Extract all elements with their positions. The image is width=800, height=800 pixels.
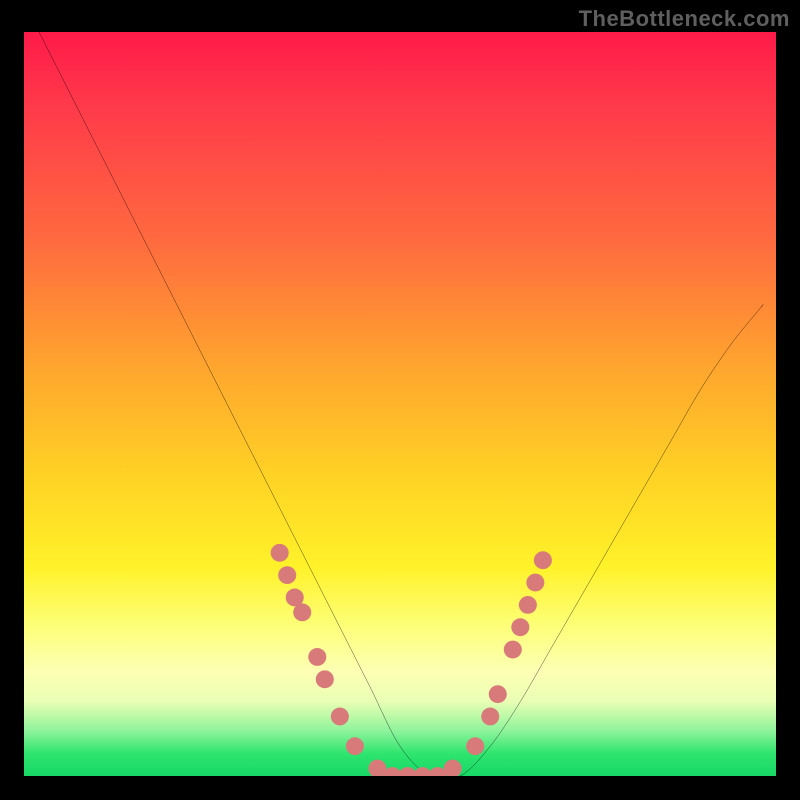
data-point bbox=[368, 760, 386, 776]
data-point bbox=[519, 596, 537, 614]
plot-area bbox=[24, 32, 776, 776]
data-point bbox=[293, 603, 311, 621]
chart-container: TheBottleneck.com bbox=[0, 0, 800, 800]
data-point bbox=[511, 618, 529, 636]
data-point bbox=[278, 566, 296, 584]
data-point bbox=[481, 708, 499, 726]
data-point bbox=[534, 551, 552, 569]
chart-svg bbox=[24, 32, 776, 776]
data-point bbox=[271, 544, 289, 562]
data-point bbox=[466, 737, 484, 755]
data-point bbox=[308, 648, 326, 666]
data-point bbox=[331, 708, 349, 726]
watermark-text: TheBottleneck.com bbox=[579, 6, 790, 32]
data-point bbox=[504, 641, 522, 659]
data-point bbox=[316, 670, 334, 688]
data-point bbox=[444, 760, 462, 776]
data-points bbox=[271, 544, 552, 776]
data-point bbox=[489, 685, 507, 703]
data-point bbox=[526, 574, 544, 592]
data-point bbox=[346, 737, 364, 755]
bottleneck-curve bbox=[39, 32, 763, 776]
